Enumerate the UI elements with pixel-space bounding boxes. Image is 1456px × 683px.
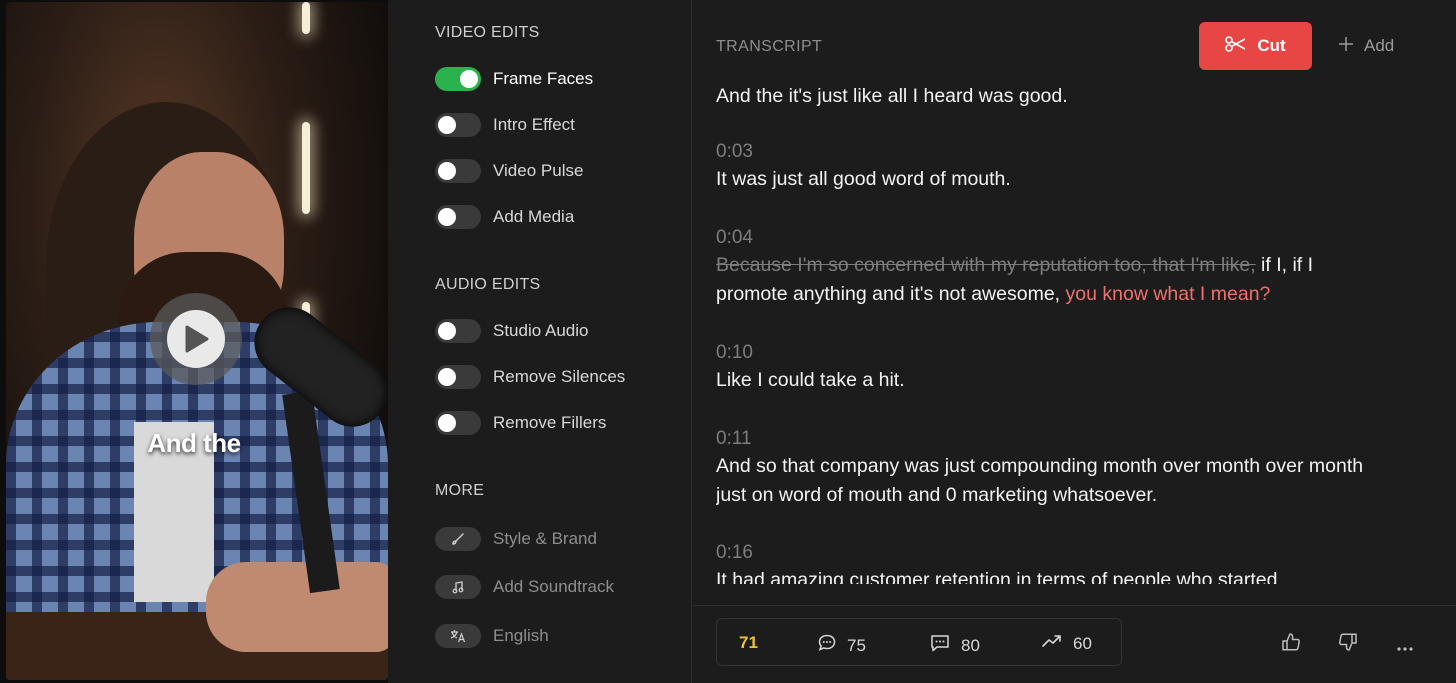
- metric-messages: 80: [929, 633, 980, 658]
- option-remove-fillers[interactable]: Remove Fillers: [435, 408, 606, 438]
- option-language[interactable]: English: [435, 621, 549, 651]
- segment-text: just on word of mouth and 0 marketing wh…: [716, 484, 1158, 506]
- highlighted-text[interactable]: you know what I mean?: [1066, 283, 1271, 305]
- transcript-segment[interactable]: 0:03 It was just all good word of mouth.: [716, 139, 1436, 194]
- play-button[interactable]: [150, 293, 242, 385]
- segment-timestamp: 0:10: [716, 342, 753, 363]
- background-light: [302, 122, 310, 214]
- background-light: [302, 2, 310, 34]
- segment-timestamp: 0:04: [716, 227, 753, 248]
- option-style-brand[interactable]: Style & Brand: [435, 524, 597, 554]
- transcript-segment[interactable]: 0:16 It had amazing customer retention i…: [716, 540, 1436, 584]
- segment-timestamp: 0:03: [716, 141, 753, 162]
- segment-text: It had amazing customer retention in ter…: [716, 569, 1278, 584]
- toggle-add-media[interactable]: [435, 205, 481, 229]
- option-add-media[interactable]: Add Media: [435, 202, 574, 232]
- segment-timestamp: 0:16: [716, 542, 753, 563]
- score-metric: 71: [739, 633, 758, 653]
- transcript-segment[interactable]: 0:11 And so that company was just compou…: [716, 426, 1436, 510]
- metric-comments: 75: [817, 633, 866, 658]
- transcript-segment[interactable]: 0:04 Because I'm so concerned with my re…: [716, 225, 1436, 309]
- play-icon: [167, 310, 225, 368]
- option-label: Remove Silences: [493, 367, 626, 386]
- toggle-studio-audio[interactable]: [435, 319, 481, 343]
- segment-timestamp: 0:11: [716, 428, 752, 449]
- option-label: Remove Fillers: [493, 413, 607, 432]
- toggle-remove-silences[interactable]: [435, 365, 481, 389]
- trending-up-icon: [1041, 633, 1063, 654]
- segment-text: And the it's just like all I heard was g…: [716, 85, 1068, 107]
- option-label: Style & Brand: [493, 529, 597, 548]
- metric-trend: 60: [1041, 633, 1092, 654]
- cut-button[interactable]: Cut: [1199, 22, 1312, 70]
- section-title-audio-edits: AUDIO EDITS: [435, 276, 541, 293]
- metrics-bar: 71 75 80 60: [716, 618, 1122, 666]
- section-title-video-edits: VIDEO EDITS: [435, 24, 540, 41]
- toggle-video-pulse[interactable]: [435, 159, 481, 183]
- scissors-icon: [1225, 35, 1247, 57]
- toggle-remove-fillers[interactable]: [435, 411, 481, 435]
- thumbs-up-icon[interactable]: [1280, 631, 1302, 658]
- option-video-pulse[interactable]: Video Pulse: [435, 156, 583, 186]
- transcript-title: TRANSCRIPT: [716, 38, 823, 55]
- metric-value: 80: [961, 635, 980, 655]
- segment-text: Like I could take a hit.: [716, 369, 905, 391]
- brush-icon: [435, 527, 481, 551]
- section-title-more: MORE: [435, 482, 485, 499]
- option-label: Add Media: [493, 207, 575, 226]
- video-caption: And the: [147, 428, 241, 458]
- message-square-icon: [929, 633, 951, 658]
- music-note-icon: [435, 575, 481, 599]
- transcript-segment[interactable]: 0:10 Like I could take a hit.: [716, 340, 1436, 395]
- score-value: 71: [739, 633, 758, 652]
- transcript-panel: TRANSCRIPT Cut Add And the it's just lik…: [693, 0, 1456, 683]
- segment-text-part: if I, if I: [1255, 254, 1314, 276]
- thumbs-down-icon[interactable]: [1337, 631, 1359, 658]
- option-label: English: [493, 626, 549, 645]
- option-remove-silences[interactable]: Remove Silences: [435, 362, 625, 392]
- transcript-body[interactable]: And the it's just like all I heard was g…: [716, 82, 1436, 584]
- removed-text[interactable]: Because I'm so concerned with my reputat…: [716, 254, 1256, 276]
- transcript-footer: 71 75 80 60: [693, 605, 1456, 683]
- chat-bubble-icon: [817, 633, 837, 658]
- segment-text: Because I'm so concerned with my reputat…: [716, 251, 1436, 280]
- option-studio-audio[interactable]: Studio Audio: [435, 316, 588, 346]
- more-options-icon[interactable]: [1396, 639, 1414, 657]
- cut-label: Cut: [1257, 36, 1286, 55]
- metric-value: 75: [847, 635, 866, 655]
- option-add-soundtrack[interactable]: Add Soundtrack: [435, 572, 614, 602]
- segment-text: And so that company was just compounding…: [716, 455, 1364, 477]
- segment-text-part: promote anything and it's not awesome,: [716, 283, 1066, 305]
- plus-icon: [1338, 36, 1354, 57]
- option-label: Intro Effect: [493, 115, 575, 134]
- option-intro-effect[interactable]: Intro Effect: [435, 110, 575, 140]
- option-label: Add Soundtrack: [493, 577, 614, 596]
- option-frame-faces[interactable]: Frame Faces: [435, 64, 593, 94]
- option-label: Video Pulse: [493, 161, 584, 180]
- transcript-segment[interactable]: And the it's just like all I heard was g…: [716, 82, 1436, 111]
- person-hand: [206, 562, 388, 652]
- add-label: Add: [1364, 36, 1395, 55]
- video-preview: And the: [0, 0, 388, 683]
- segment-text: promote anything and it's not awesome, y…: [716, 280, 1436, 309]
- option-label: Studio Audio: [493, 321, 589, 340]
- option-label: Frame Faces: [493, 69, 594, 88]
- toggle-frame-faces[interactable]: [435, 67, 481, 91]
- toggle-intro-effect[interactable]: [435, 113, 481, 137]
- add-button[interactable]: Add: [1338, 34, 1394, 58]
- translate-icon: [435, 624, 481, 648]
- edit-options-panel: VIDEO EDITS Frame Faces Intro Effect Vid…: [389, 0, 692, 683]
- metric-value: 60: [1073, 633, 1092, 653]
- app-window: And the VIDEO EDITS Frame Faces Intro Ef…: [0, 0, 1456, 683]
- segment-text: It was just all good word of mouth.: [716, 168, 1011, 190]
